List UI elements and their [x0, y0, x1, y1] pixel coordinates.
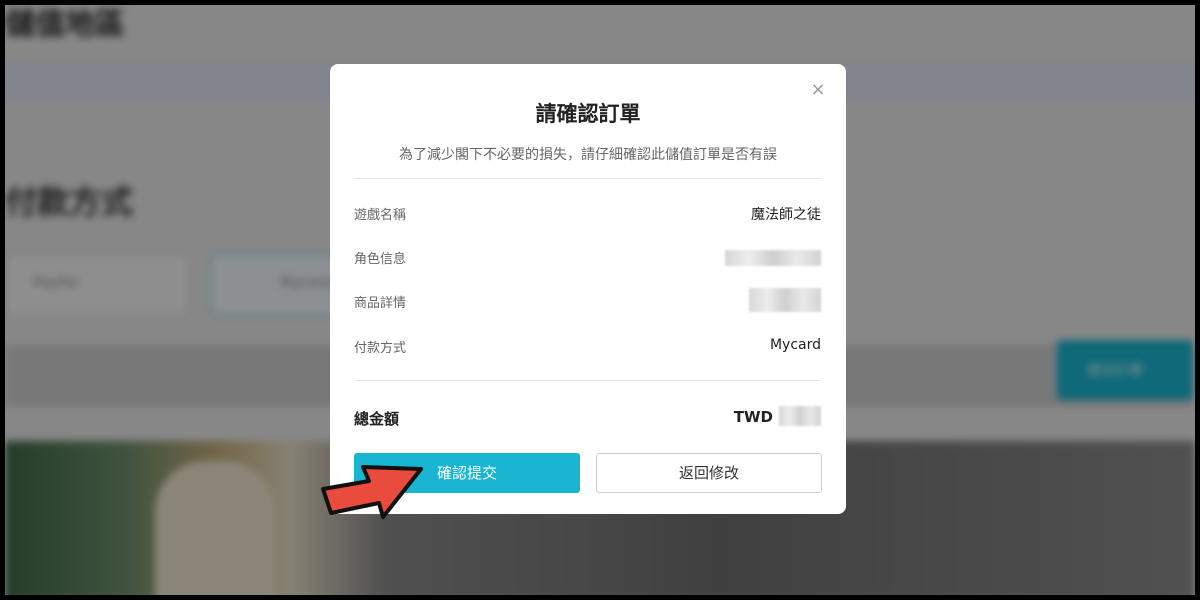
row-label: 遊戲名稱: [354, 208, 407, 223]
row-game-name: 遊戲名稱 魔法師之徒: [354, 204, 821, 226]
order-confirm-dialog: × 請確認訂單 為了減少閣下不必要的損失，請仔細確認此儲值訂單是否有誤 遊戲名稱…: [330, 64, 846, 514]
divider: [354, 380, 821, 381]
close-icon[interactable]: ×: [808, 80, 828, 100]
redacted-total-amount: [779, 406, 821, 426]
row-payment-method: 付款方式 Mycard: [354, 337, 821, 359]
row-total: 總金額 TWD: [354, 406, 821, 430]
redacted-value: [725, 250, 821, 266]
row-label: 付款方式: [354, 341, 407, 356]
dialog-subtitle: 為了減少閣下不必要的損失，請仔細確認此儲值訂單是否有誤: [399, 147, 777, 163]
back-edit-button[interactable]: 返回修改: [596, 453, 822, 493]
row-value: 魔法師之徒: [751, 207, 821, 223]
row-value: Mycard: [769, 337, 821, 353]
row-character-info: 角色信息: [354, 248, 821, 270]
total-currency: TWD: [733, 408, 773, 426]
row-product-details: 商品詳情: [354, 288, 821, 314]
dialog-title: 請確認訂單: [535, 102, 641, 126]
redacted-value: [749, 288, 821, 312]
row-label: 商品詳情: [354, 296, 407, 311]
screenshot-frame: 儲值地區 付款方式 PayPal Mycard 提交訂單 × 請確認訂單 為了減…: [0, 0, 1200, 600]
page: 儲值地區 付款方式 PayPal Mycard 提交訂單 × 請確認訂單 為了減…: [5, 5, 1195, 595]
row-label: 角色信息: [354, 252, 407, 267]
red-arrow-icon: [321, 465, 423, 519]
divider: [354, 178, 821, 179]
total-label: 總金額: [354, 410, 400, 428]
